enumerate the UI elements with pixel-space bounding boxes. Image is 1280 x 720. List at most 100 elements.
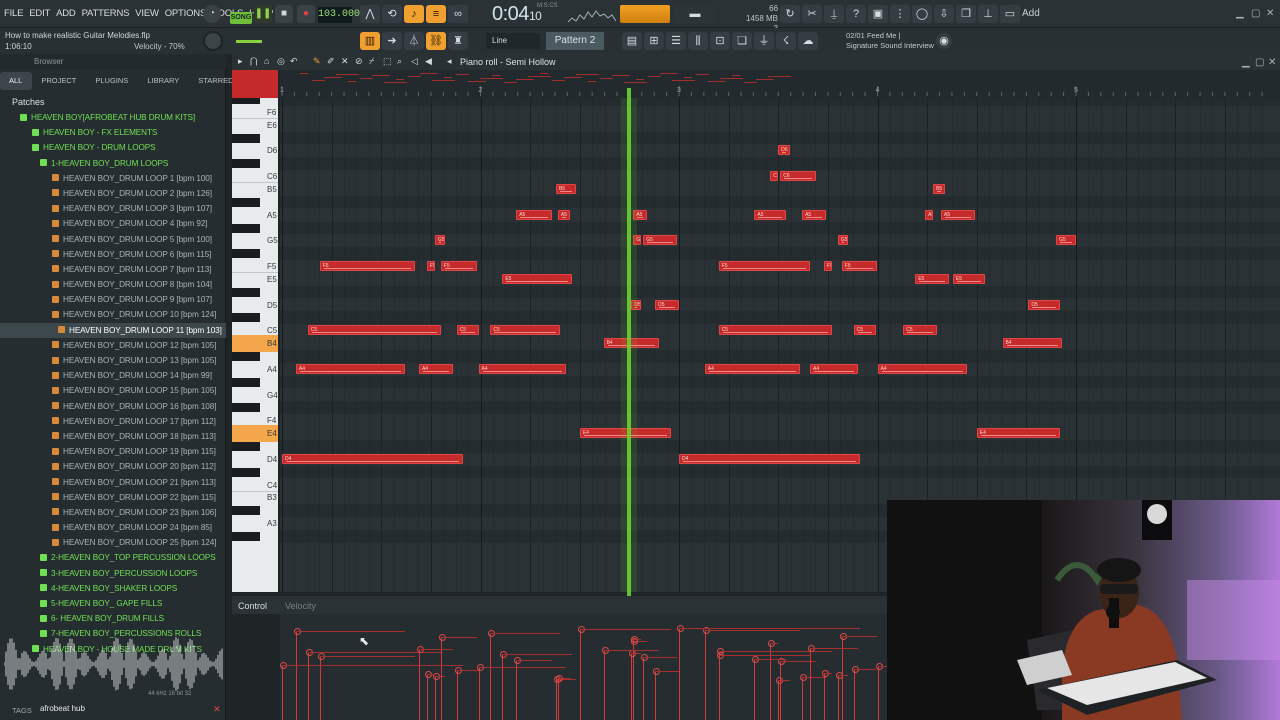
undo-small-icon[interactable]: ↶ bbox=[290, 56, 298, 67]
note[interactable]: A5 bbox=[925, 209, 934, 220]
browser-file[interactable]: HEAVEN BOY_DRUM LOOP 24 [bpm 85] bbox=[0, 520, 226, 535]
menu-item-view[interactable]: VIEW bbox=[135, 8, 159, 19]
note[interactable]: F5 bbox=[823, 261, 832, 272]
note[interactable]: A5 bbox=[802, 209, 826, 220]
piano-roll-snap-icon[interactable]: ▥ bbox=[360, 32, 380, 50]
browser-file[interactable]: HEAVEN BOY_DRUM LOOP 23 [bpm 106] bbox=[0, 505, 226, 520]
note[interactable]: A4 bbox=[810, 363, 858, 374]
black-key[interactable] bbox=[232, 133, 260, 143]
browser-file[interactable]: HEAVEN BOY_DRUM LOOP 16 [bpm 108] bbox=[0, 399, 226, 414]
menu-item-patterns[interactable]: PATTERNS bbox=[82, 8, 130, 19]
channel-speaker-icon[interactable]: ◂ bbox=[447, 56, 452, 67]
note[interactable]: A5 bbox=[754, 209, 787, 220]
browser-file[interactable]: HEAVEN BOY_DRUM LOOP 11 [bpm 103] bbox=[0, 322, 226, 338]
browser-root-patches[interactable]: Patches bbox=[12, 97, 45, 107]
menu-item-edit[interactable]: EDIT bbox=[29, 8, 50, 19]
plugin-icon[interactable]: ⊥ bbox=[978, 5, 998, 23]
note[interactable]: F5 bbox=[841, 261, 878, 272]
velocity-stem[interactable] bbox=[454, 667, 462, 720]
pitch-slider[interactable] bbox=[236, 40, 262, 43]
browser-file[interactable]: HEAVEN BOY_DRUM LOOP 12 [bpm 105] bbox=[0, 338, 226, 353]
pr-maximize-icon[interactable]: ▢ bbox=[1255, 57, 1264, 68]
cut-icon[interactable]: ✂ bbox=[802, 5, 822, 23]
tempo-display[interactable]: 103.000 bbox=[318, 7, 360, 23]
note[interactable]: C5 bbox=[307, 325, 441, 336]
velocity-stem[interactable] bbox=[677, 625, 684, 720]
download-icon[interactable]: ⇩ bbox=[934, 5, 954, 23]
browser-file[interactable]: HEAVEN BOY_DRUM LOOP 14 [bpm 99] bbox=[0, 368, 226, 383]
velocity-stem[interactable] bbox=[305, 649, 313, 720]
velocity-stem[interactable] bbox=[752, 656, 760, 720]
play-mode-icon[interactable]: ⌂ bbox=[264, 56, 269, 66]
mic-icon[interactable]: ⍊ bbox=[824, 5, 844, 23]
browser-tab-all[interactable]: ALL bbox=[0, 72, 33, 90]
note[interactable]: D5 bbox=[655, 299, 679, 310]
note[interactable]: D4 bbox=[679, 453, 860, 464]
target-channel-indicator[interactable] bbox=[232, 70, 278, 98]
velocity-label[interactable]: Velocity bbox=[285, 601, 316, 611]
black-key[interactable] bbox=[232, 197, 260, 207]
menu-item-add[interactable]: ADD bbox=[56, 8, 76, 19]
browser-folder[interactable]: HEAVEN BOY[AFROBEAT HUB DRUM KITS] bbox=[0, 110, 226, 125]
velocity-stem[interactable] bbox=[851, 666, 859, 720]
browser-file[interactable]: HEAVEN BOY_DRUM LOOP 18 [bpm 113] bbox=[0, 429, 226, 444]
note[interactable]: E5 bbox=[952, 273, 985, 284]
note[interactable]: E4 bbox=[976, 428, 1061, 439]
news-ticker[interactable]: 02/01 Feed Me | Signature Sound Interview bbox=[846, 31, 934, 51]
hint-knob[interactable] bbox=[203, 31, 223, 51]
browser-folder[interactable]: 4-HEAVEN BOY_SHAKER LOOPS bbox=[0, 581, 226, 596]
speaker-icon[interactable]: ◀ bbox=[425, 56, 432, 67]
pencil-icon[interactable]: ✎ bbox=[313, 56, 321, 67]
browser-file[interactable]: HEAVEN BOY_DRUM LOOP 8 [bpm 104] bbox=[0, 277, 226, 292]
file-icon[interactable]: ❏ bbox=[732, 32, 752, 50]
browser-folder[interactable]: HEAVEN BOY - FX ELEMENTS bbox=[0, 125, 226, 140]
note[interactable]: B5 bbox=[555, 183, 576, 194]
note[interactable]: B4 bbox=[1002, 338, 1063, 349]
slice-icon[interactable]: ⌿ bbox=[369, 56, 374, 67]
browser-file[interactable]: HEAVEN BOY_DRUM LOOP 22 [bpm 115] bbox=[0, 490, 226, 505]
note[interactable]: A4 bbox=[478, 363, 566, 374]
note[interactable]: C6 bbox=[780, 171, 816, 182]
cloud-icon[interactable]: ☁ bbox=[798, 32, 818, 50]
menu-item-options[interactable]: OPTIONS bbox=[165, 8, 207, 19]
velocity-stem[interactable] bbox=[553, 676, 561, 720]
black-key[interactable] bbox=[232, 531, 260, 541]
black-key[interactable] bbox=[232, 506, 260, 516]
blend-notes-icon[interactable]: ≡ bbox=[426, 5, 446, 23]
browser-folder[interactable]: 6- HEAVEN BOY_DRUM FILLS bbox=[0, 611, 226, 626]
stamp-icon[interactable]: ♜ bbox=[448, 32, 468, 50]
metronome-icon[interactable]: ⋀ bbox=[360, 5, 380, 23]
piano-roll-icon[interactable]: ⊞ bbox=[644, 32, 664, 50]
news-icon[interactable]: ◉ bbox=[936, 33, 952, 49]
clear-tags-icon[interactable]: ✕ bbox=[213, 704, 221, 715]
add-menu[interactable]: Add bbox=[1022, 8, 1040, 19]
velocity-stem[interactable] bbox=[776, 677, 784, 720]
note[interactable]: C5 bbox=[853, 325, 876, 336]
black-key[interactable] bbox=[232, 159, 260, 169]
note[interactable]: A5 bbox=[516, 209, 552, 220]
note[interactable]: A5 bbox=[557, 209, 570, 220]
browser-file[interactable]: HEAVEN BOY_DRUM LOOP 21 [bpm 113] bbox=[0, 475, 226, 490]
browser-file[interactable]: HEAVEN BOY_DRUM LOOP 20 [bpm 112] bbox=[0, 459, 226, 474]
note[interactable]: C6 bbox=[770, 171, 779, 182]
browser-file[interactable]: HEAVEN BOY_DRUM LOOP 5 [bpm 100] bbox=[0, 232, 226, 247]
browser-toggle-icon[interactable]: ⊡ bbox=[710, 32, 730, 50]
velocity-stem[interactable] bbox=[821, 670, 829, 720]
browser-file[interactable]: HEAVEN BOY_DRUM LOOP 9 [bpm 107] bbox=[0, 292, 226, 307]
browser-tab-project[interactable]: PROJECT bbox=[32, 72, 86, 90]
black-key[interactable] bbox=[232, 403, 260, 413]
velocity-stem[interactable] bbox=[629, 650, 637, 720]
velocity-stem[interactable] bbox=[835, 672, 843, 720]
black-key[interactable] bbox=[232, 249, 260, 259]
velocity-stem[interactable] bbox=[702, 627, 710, 720]
browser-file[interactable]: HEAVEN BOY_DRUM LOOP 17 [bpm 112] bbox=[0, 414, 226, 429]
pr-close-icon[interactable]: ✕ bbox=[1268, 57, 1276, 68]
note[interactable]: G5 bbox=[1056, 235, 1076, 246]
note[interactable]: D6 bbox=[778, 145, 791, 156]
note[interactable]: G5 bbox=[643, 235, 677, 246]
browser-file[interactable]: HEAVEN BOY_DRUM LOOP 15 [bpm 105] bbox=[0, 383, 226, 398]
playback-icon[interactable]: ◁ bbox=[411, 56, 418, 67]
browser-file[interactable]: HEAVEN BOY_DRUM LOOP 7 [bpm 113] bbox=[0, 262, 226, 277]
tags-search-input[interactable]: afrobeat hub bbox=[40, 704, 85, 713]
wait-input-icon[interactable]: ⟲ bbox=[382, 5, 402, 23]
